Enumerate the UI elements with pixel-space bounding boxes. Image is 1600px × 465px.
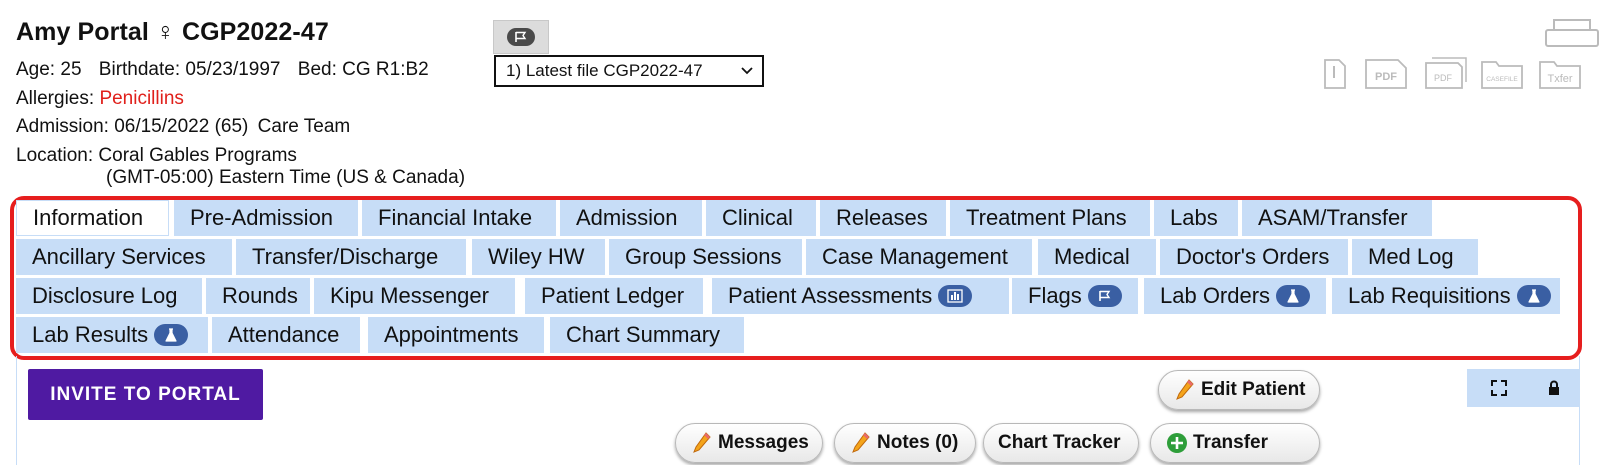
pencil-icon <box>690 430 714 456</box>
document-toolbar: PDF PDF CASEFILE Txfer <box>1322 18 1599 98</box>
chevron-down-icon <box>740 63 754 83</box>
bed-value: CG R1:B2 <box>342 59 429 80</box>
patient-name: Amy Portal <box>16 18 149 46</box>
tab-information[interactable]: Information <box>16 200 169 236</box>
svg-text:PDF: PDF <box>1434 73 1453 83</box>
tab-patient-assessments[interactable]: Patient Assessments <box>712 278 1009 314</box>
tab-wiley-hw[interactable]: Wiley HW <box>472 239 605 275</box>
tab-lab-results[interactable]: Lab Results <box>16 317 208 353</box>
tab-rounds[interactable]: Rounds <box>206 278 310 314</box>
birthdate-label: Birthdate: <box>98 59 181 80</box>
svg-text:CASEFILE: CASEFILE <box>1486 76 1518 83</box>
tab-clinical[interactable]: Clinical <box>706 200 816 236</box>
flag-icon <box>1087 285 1122 307</box>
expand-icon[interactable] <box>1488 377 1510 399</box>
file-select-value: 1) Latest file CGP2022-47 <box>506 61 703 80</box>
tab-medical[interactable]: Medical <box>1038 239 1156 275</box>
messages-button[interactable]: Messages <box>675 423 823 463</box>
admission-label: Admission: <box>16 116 109 137</box>
tab-ancillary-services[interactable]: Ancillary Services <box>16 239 232 275</box>
tab-lab-orders[interactable]: Lab Orders <box>1144 278 1326 314</box>
bed-label: Bed: <box>297 59 337 80</box>
admission-line: Admission: 06/15/2022 (65) Care Team <box>16 116 350 138</box>
tab-financial-intake[interactable]: Financial Intake <box>362 200 556 236</box>
pdf-icon[interactable]: PDF <box>1364 58 1408 95</box>
flag-icon <box>507 28 535 46</box>
tab-lab-requisitions[interactable]: Lab Requisitions <box>1332 278 1560 314</box>
notes-button[interactable]: Notes (0) <box>834 423 976 463</box>
gender-icon: ♀ <box>156 18 175 46</box>
birthdate-value: 05/23/1997 <box>185 59 281 80</box>
tab-labs[interactable]: Labs <box>1154 200 1238 236</box>
flask-icon <box>1276 285 1311 307</box>
casefile-icon[interactable]: CASEFILE <box>1480 58 1524 95</box>
file-select[interactable]: 1) Latest file CGP2022-47 <box>494 55 764 87</box>
tab-admission[interactable]: Admission <box>560 200 702 236</box>
plus-circle-icon <box>1165 430 1189 456</box>
tab-med-log[interactable]: Med Log <box>1352 239 1478 275</box>
tab-transfer-discharge[interactable]: Transfer/Discharge <box>236 239 466 275</box>
tab-appointments[interactable]: Appointments <box>368 317 544 353</box>
invite-to-portal-button[interactable]: INVITE TO PORTAL <box>28 369 263 420</box>
print-icon[interactable] <box>1544 18 1600 55</box>
patient-header: Amy Portal ♀ CGP2022-47 <box>16 18 329 47</box>
tab-flags[interactable]: Flags <box>1012 278 1138 314</box>
tab-pre-admission[interactable]: Pre-Admission <box>174 200 358 236</box>
care-team-link[interactable]: Care Team <box>258 116 351 137</box>
flask-icon <box>154 324 189 346</box>
chart-icon <box>938 285 973 307</box>
flask-icon <box>1516 285 1551 307</box>
age-label: Age: <box>16 59 56 80</box>
window-controls <box>1467 369 1580 407</box>
pdf-multiple-icon[interactable]: PDF <box>1424 56 1468 95</box>
tab-attendance[interactable]: Attendance <box>212 317 360 353</box>
tab-patient-ledger[interactable]: Patient Ledger <box>525 278 703 314</box>
demographics-line: Age: 25 Birthdate: 05/23/1997 Bed: CG R1… <box>16 59 429 81</box>
tab-releases[interactable]: Releases <box>820 200 946 236</box>
chart-tracker-button[interactable]: Chart Tracker <box>983 423 1139 463</box>
transfer-file-icon[interactable]: Txfer <box>1538 58 1582 95</box>
location-line: Location: Coral Gables Programs <box>16 145 297 167</box>
location-value: Coral Gables Programs <box>98 145 297 166</box>
tab-asam-transfer[interactable]: ASAM/Transfer <box>1242 200 1432 236</box>
pencil-icon <box>1173 377 1197 403</box>
file-icon[interactable] <box>1322 58 1348 95</box>
patient-id: CGP2022-47 <box>181 18 329 46</box>
tab-chart-summary[interactable]: Chart Summary <box>550 317 744 353</box>
admission-value: 06/15/2022 (65) <box>114 116 249 137</box>
location-label: Location: <box>16 145 94 166</box>
allergies-line: Allergies: Penicillins <box>16 88 184 110</box>
tab-treatment-plans[interactable]: Treatment Plans <box>950 200 1150 236</box>
edit-patient-button[interactable]: Edit Patient <box>1158 370 1320 410</box>
allergies-value: Penicillins <box>99 88 184 109</box>
flag-button[interactable] <box>493 20 549 54</box>
svg-text:PDF: PDF <box>1375 71 1397 83</box>
tab-group-sessions[interactable]: Group Sessions <box>609 239 802 275</box>
allergies-label: Allergies: <box>16 88 95 109</box>
svg-text:Txfer: Txfer <box>1547 73 1572 85</box>
tab-case-management[interactable]: Case Management <box>806 239 1032 275</box>
tab-doctors-orders[interactable]: Doctor's Orders <box>1160 239 1348 275</box>
lock-icon[interactable] <box>1543 377 1565 399</box>
pencil-icon <box>849 430 873 456</box>
transfer-button[interactable]: Transfer <box>1150 423 1320 463</box>
age-value: 25 <box>60 59 82 80</box>
tab-kipu-messenger[interactable]: Kipu Messenger <box>314 278 515 314</box>
tab-disclosure-log[interactable]: Disclosure Log <box>16 278 202 314</box>
timezone-value: (GMT-05:00) Eastern Time (US & Canada) <box>106 167 466 188</box>
